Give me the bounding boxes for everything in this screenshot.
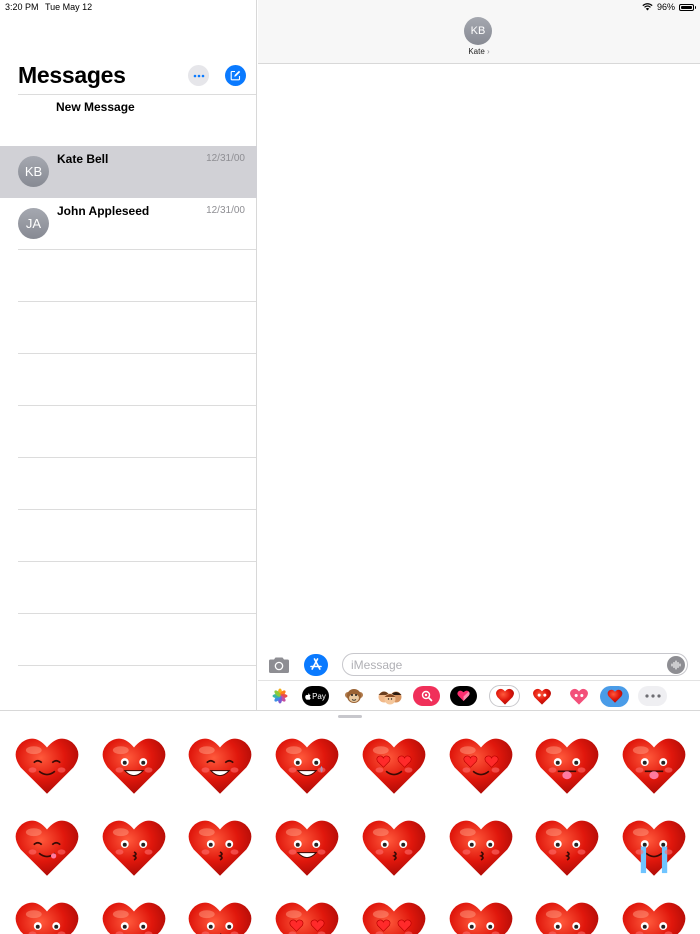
sticker-heart-blow-kiss[interactable] (534, 817, 600, 879)
app-store-icon (310, 658, 322, 670)
conversation-row[interactable]: KB Kate Bell 12/31/00 (0, 146, 257, 198)
sticker-heart-grinning[interactable] (101, 735, 167, 797)
battery-icon (679, 3, 696, 11)
more-options-button[interactable] (188, 65, 209, 86)
sticker-heart-frown-2[interactable] (534, 899, 600, 934)
heart-app-icon-2 (532, 688, 551, 705)
status-time: 3:20 PM (5, 2, 39, 12)
row-divider (18, 561, 256, 562)
sticker-drawer (0, 710, 700, 934)
conversation-list-pane: Messages New Message KB Kate Bell 12/31/… (0, 0, 257, 710)
ellipsis-icon (193, 74, 204, 77)
sticker-heart-smiling-closed-eyes[interactable] (14, 735, 80, 797)
compose-bar (258, 652, 700, 678)
compose-button[interactable] (225, 65, 246, 86)
conversation-name: Kate Bell (57, 152, 109, 166)
row-divider (18, 457, 256, 458)
memoji-stickers-icon (378, 691, 401, 705)
digital-touch-icon (450, 686, 477, 706)
sticker-heart-eyes-kiss[interactable] (361, 735, 427, 797)
sticker-heart-nervous-sweat[interactable] (274, 735, 340, 797)
memoji-stickers-app[interactable] (376, 685, 403, 707)
message-input[interactable] (351, 658, 651, 672)
battery-percent: 96% (656, 2, 675, 12)
contact-avatar[interactable]: KB (464, 17, 492, 45)
new-message-item[interactable]: New Message (56, 100, 135, 114)
memoji-monkey-icon (344, 689, 363, 703)
heart-app-3[interactable] (565, 685, 592, 707)
compose-icon (230, 70, 241, 81)
photos-icon (272, 688, 287, 704)
more-apps-icon (638, 686, 667, 706)
images-search-icon (413, 686, 440, 706)
apple-pay-icon: Pay (302, 686, 329, 706)
digital-touch-app[interactable] (450, 685, 477, 707)
photos-app[interactable] (266, 685, 293, 707)
sticker-heart-kiss-closed-eyes[interactable] (448, 817, 514, 879)
sticker-heart-tongue-out[interactable] (534, 735, 600, 797)
sticker-heart-worried[interactable] (621, 899, 687, 934)
avatar: KB (18, 156, 49, 187)
sticker-heart-wink-tongue[interactable] (101, 899, 167, 934)
conversation-detail-pane: KB Kate › iMessage Pay (258, 0, 700, 710)
contact-name: Kate (468, 47, 485, 56)
heart-stickers-app[interactable] (489, 685, 520, 707)
drawer-grabber[interactable] (338, 715, 362, 718)
conversation-date: 12/31/00 (206, 153, 245, 164)
heart-app-4[interactable] (600, 685, 629, 707)
chevron-right-icon: › (487, 47, 490, 56)
contact-name-button[interactable]: Kate › (258, 47, 700, 56)
sticker-heart-crying[interactable] (621, 817, 687, 879)
status-bar: 3:20 PM Tue May 12 96% (0, 0, 700, 14)
heart-app-icon-3 (569, 688, 588, 705)
sticker-heart-eyes-kiss-2[interactable] (448, 735, 514, 797)
heart-app-2[interactable] (528, 685, 555, 707)
row-divider (18, 665, 256, 666)
avatar: JA (18, 208, 49, 239)
divider (18, 94, 256, 95)
camera-button[interactable] (268, 656, 290, 674)
heart-app-icon-4 (600, 685, 629, 707)
conversation-date: 12/31/00 (206, 205, 245, 216)
conversation-name: John Appleseed (57, 204, 150, 218)
status-right: 96% (642, 2, 696, 12)
memoji-app[interactable] (340, 685, 367, 707)
row-divider (18, 249, 256, 250)
sticker-heart-kiss-wink[interactable] (187, 817, 253, 879)
page-title: Messages (18, 62, 126, 88)
row-divider (18, 353, 256, 354)
apple-pay-label: Pay (312, 691, 326, 701)
sticker-heart-eyes-grin[interactable] (361, 899, 427, 934)
sticker-heart-big-smile[interactable] (274, 817, 340, 879)
sticker-heart-frown[interactable] (448, 899, 514, 934)
app-store-button[interactable] (304, 654, 328, 676)
sticker-heart-eyes[interactable] (274, 899, 340, 934)
more-apps-button[interactable] (638, 685, 667, 707)
sticker-heart-tongue-out-2[interactable] (621, 735, 687, 797)
status-date: Tue May 12 (45, 2, 93, 12)
sticker-heart-sad[interactable] (14, 899, 80, 934)
audio-message-button[interactable] (667, 656, 685, 674)
heart-stickers-app-icon (495, 688, 514, 705)
row-divider (18, 613, 256, 614)
images-search-app[interactable] (413, 685, 440, 707)
sticker-heart-kiss[interactable] (101, 817, 167, 879)
waveform-icon (671, 660, 681, 670)
wifi-icon (642, 3, 653, 11)
row-divider (18, 509, 256, 510)
sticker-heart-happy-squint[interactable] (187, 735, 253, 797)
apple-pay-app[interactable]: Pay (302, 685, 329, 707)
message-input-container (342, 653, 688, 676)
apple-logo-icon (305, 692, 311, 700)
row-divider (18, 301, 256, 302)
sticker-heart-blush-kiss[interactable] (361, 817, 427, 879)
row-divider (18, 405, 256, 406)
sticker-heart-yum[interactable] (14, 817, 80, 879)
imessage-app-strip: Pay (258, 680, 700, 710)
conversation-row[interactable]: JA John Appleseed 12/31/00 (0, 198, 257, 250)
sticker-heart-pout[interactable] (187, 899, 253, 934)
